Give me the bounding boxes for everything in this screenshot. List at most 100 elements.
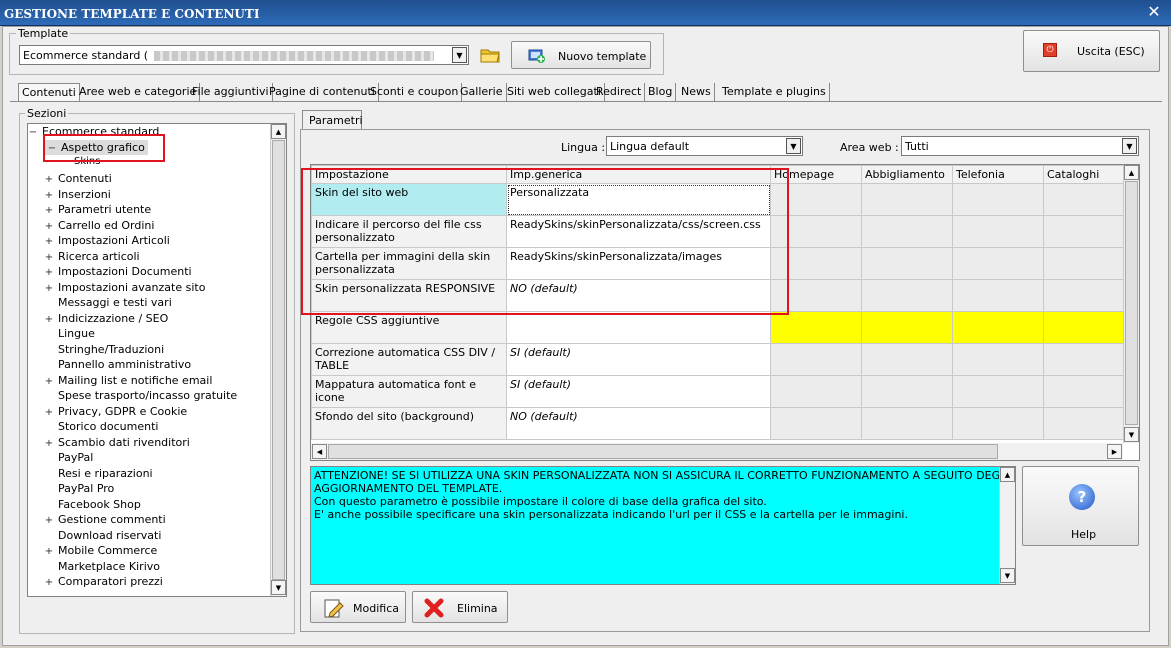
table-row[interactable]: Sfondo del sito (background) NO (default) (311, 407, 1139, 440)
area-value-cell[interactable] (861, 183, 953, 216)
setting-value-cell[interactable]: SI (default) (506, 375, 771, 408)
scroll-thumb[interactable] (1125, 181, 1138, 425)
tab-gallerie[interactable]: Gallerie (457, 83, 507, 101)
area-value-cell[interactable] (770, 311, 862, 344)
tree-item[interactable]: + Privacy, GDPR e Cookie (44, 404, 187, 419)
area-web-select[interactable]: Tutti ▼ (901, 136, 1139, 156)
area-value-cell[interactable] (1043, 375, 1135, 408)
tree-item[interactable]: + Gestione commenti (44, 512, 166, 527)
area-value-cell[interactable] (861, 215, 953, 248)
column-header[interactable]: Telefonia (952, 165, 1044, 184)
tree-item[interactable]: + Inserzioni (44, 187, 111, 202)
area-value-cell[interactable] (1043, 407, 1135, 440)
plus-icon[interactable]: + (44, 575, 54, 590)
tree-item[interactable]: Storico documenti (44, 419, 158, 434)
setting-name-cell[interactable]: Sfondo del sito (background) (311, 407, 507, 440)
scroll-down-icon[interactable]: ▼ (271, 580, 286, 595)
area-value-cell[interactable] (952, 279, 1044, 312)
area-value-cell[interactable] (1043, 311, 1135, 344)
setting-value-cell[interactable]: SI (default) (506, 343, 771, 376)
plus-icon[interactable]: + (44, 203, 54, 218)
area-value-cell[interactable] (861, 247, 953, 280)
area-value-cell[interactable] (861, 407, 953, 440)
lingua-select[interactable]: Lingua default ▼ (606, 136, 803, 156)
area-value-cell[interactable] (770, 407, 862, 440)
area-value-cell[interactable] (861, 311, 953, 344)
area-value-cell[interactable] (1043, 183, 1135, 216)
plus-icon[interactable]: + (44, 234, 54, 249)
exit-button[interactable]: ⏻ Uscita (ESC) (1023, 30, 1160, 72)
chevron-down-icon[interactable]: ▼ (786, 138, 801, 154)
close-window-button[interactable]: ✕ (1141, 1, 1167, 23)
tree-item[interactable]: + Mobile Commerce (44, 543, 158, 559)
tree-item[interactable]: Spese trasporto/incasso gratuite (44, 388, 237, 403)
tree-item[interactable]: + Impostazioni Documenti (44, 264, 192, 279)
area-value-cell[interactable] (1043, 343, 1135, 376)
scroll-thumb[interactable] (328, 444, 998, 459)
tab-siti-web-collegati[interactable]: Siti web collegati (504, 83, 605, 101)
tree-item[interactable]: Lingue (44, 326, 95, 341)
area-value-cell[interactable] (952, 343, 1044, 376)
table-row[interactable]: Mappatura automatica font e icone SI (def… (311, 375, 1139, 408)
area-value-cell[interactable] (1043, 279, 1135, 312)
tab-news[interactable]: News (678, 83, 715, 101)
open-folder-icon[interactable] (478, 43, 502, 65)
scroll-down-icon[interactable]: ▼ (1124, 427, 1139, 442)
scroll-left-icon[interactable]: ◀ (312, 444, 327, 459)
tree-item[interactable]: + Indicizzazione / SEO (44, 311, 168, 326)
plus-icon[interactable]: + (44, 374, 54, 389)
tree-item[interactable]: Resi e riparazioni (44, 466, 153, 481)
scroll-thumb[interactable] (272, 140, 285, 580)
plus-icon[interactable]: + (44, 544, 54, 559)
tree-item[interactable]: Marketplace Kirivo (44, 559, 160, 574)
modifica-button[interactable]: Modifica (310, 591, 406, 623)
area-value-cell[interactable] (1043, 215, 1135, 248)
tree-item[interactable]: Facebook Shop (44, 497, 141, 512)
tab-parametri[interactable]: Parametri (302, 110, 363, 130)
plus-icon[interactable]: + (44, 250, 54, 265)
plus-icon[interactable]: + (44, 436, 54, 451)
chevron-down-icon[interactable]: ▼ (1122, 138, 1137, 154)
plus-icon[interactable]: + (44, 265, 54, 280)
template-combo[interactable]: Ecommerce standard ( ▼ (19, 45, 469, 65)
tree-item[interactable]: Pannello amministrativo (44, 357, 191, 372)
column-header[interactable]: Abbigliamento (861, 165, 953, 184)
area-value-cell[interactable] (770, 343, 862, 376)
tree-item[interactable]: + Impostazioni Articoli (44, 233, 170, 248)
tree-item[interactable]: PayPal Pro (44, 481, 114, 496)
scroll-up-icon[interactable]: ▲ (271, 124, 286, 139)
table-row[interactable]: Regole CSS aggiuntive (311, 311, 1139, 344)
tree-item[interactable]: + Mailing list e notifiche email (44, 373, 213, 389)
setting-value-cell[interactable]: NO (default) (506, 407, 771, 440)
setting-name-cell[interactable]: Mappatura automatica font e icone (311, 375, 507, 408)
tree-item[interactable]: + Carrello ed Ordini (44, 218, 155, 233)
setting-name-cell[interactable]: Correzione automatica CSS DIV / TABLE (311, 343, 507, 376)
plus-icon[interactable]: + (44, 513, 54, 528)
help-button[interactable]: ? Help (1022, 466, 1139, 546)
tab-aree-web-e-categorie[interactable]: Aree web e categorie (76, 83, 201, 101)
area-value-cell[interactable] (952, 311, 1044, 344)
tree-item[interactable]: + Contenuti (44, 171, 112, 186)
area-value-cell[interactable] (861, 343, 953, 376)
tree-item[interactable]: + Parametri utente (44, 202, 151, 217)
minus-icon[interactable]: − (28, 125, 38, 140)
setting-value-cell[interactable] (506, 311, 771, 344)
scroll-down-icon[interactable]: ▼ (1000, 568, 1015, 583)
area-value-cell[interactable] (952, 375, 1044, 408)
tab-file-aggiuntivi[interactable]: File aggiuntivi (189, 83, 273, 101)
area-value-cell[interactable] (861, 375, 953, 408)
tree-item[interactable]: PayPal (44, 450, 93, 465)
table-row[interactable]: Correzione automatica CSS DIV / TABLE SI … (311, 343, 1139, 376)
tree-item[interactable]: Messaggi e testi vari (44, 295, 172, 310)
tree-item[interactable]: Stringhe/Traduzioni (44, 342, 164, 357)
area-value-cell[interactable] (770, 375, 862, 408)
column-header[interactable]: Cataloghi (1043, 165, 1135, 184)
tab-pagine-di-contenuti[interactable]: Pagine di contenuti (266, 83, 379, 101)
area-value-cell[interactable] (952, 215, 1044, 248)
area-value-cell[interactable] (861, 279, 953, 312)
elimina-button[interactable]: Elimina (412, 591, 508, 623)
plus-icon[interactable]: + (44, 312, 54, 327)
tab-template-e-plugins[interactable]: Template e plugins (719, 83, 830, 101)
tab-contenuti[interactable]: Contenuti (18, 83, 80, 101)
plus-icon[interactable]: + (44, 405, 54, 420)
